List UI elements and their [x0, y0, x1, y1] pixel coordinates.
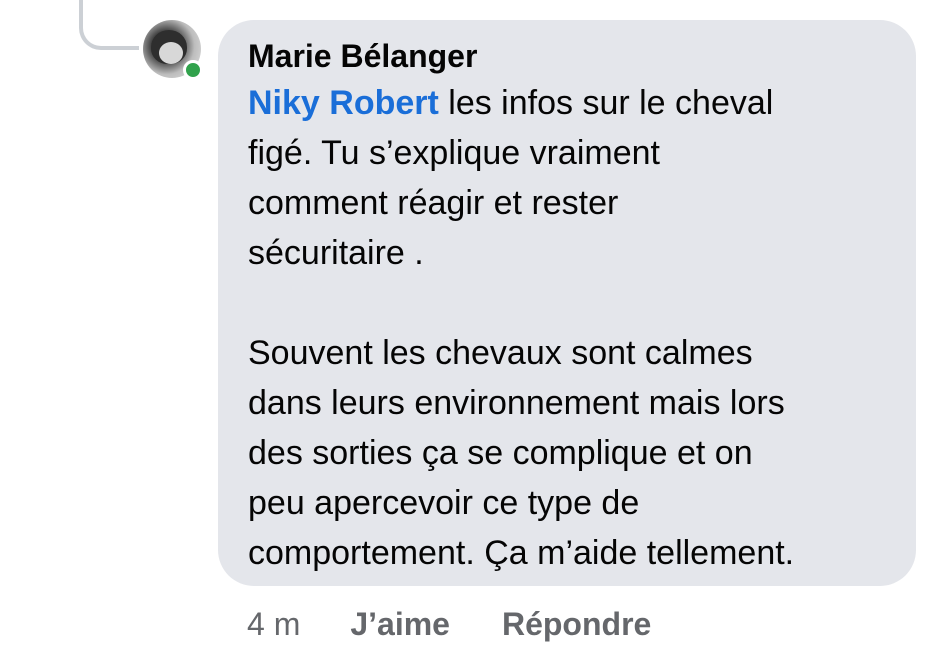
- comment-body: Niky Robert les infos sur le cheval figé…: [248, 78, 888, 578]
- like-button[interactable]: J’aime: [350, 602, 450, 646]
- comment-bubble: Marie Bélanger Niky Robert les infos sur…: [218, 20, 916, 586]
- comment-paragraph-2: Souvent les chevaux sont calmes dans leu…: [248, 334, 795, 572]
- comment-author[interactable]: Marie Bélanger: [248, 36, 888, 76]
- mention-link[interactable]: Niky Robert: [248, 84, 439, 122]
- comment-actions: 4 m J’aime Répondre: [247, 602, 703, 646]
- comment-thread: Marie Bélanger Niky Robert les infos sur…: [0, 0, 946, 663]
- online-status-indicator: [183, 60, 203, 80]
- avatar[interactable]: [143, 20, 203, 80]
- reply-button[interactable]: Répondre: [502, 602, 651, 646]
- comment-timestamp[interactable]: 4 m: [247, 602, 300, 646]
- reply-thread-connector: [79, 0, 139, 50]
